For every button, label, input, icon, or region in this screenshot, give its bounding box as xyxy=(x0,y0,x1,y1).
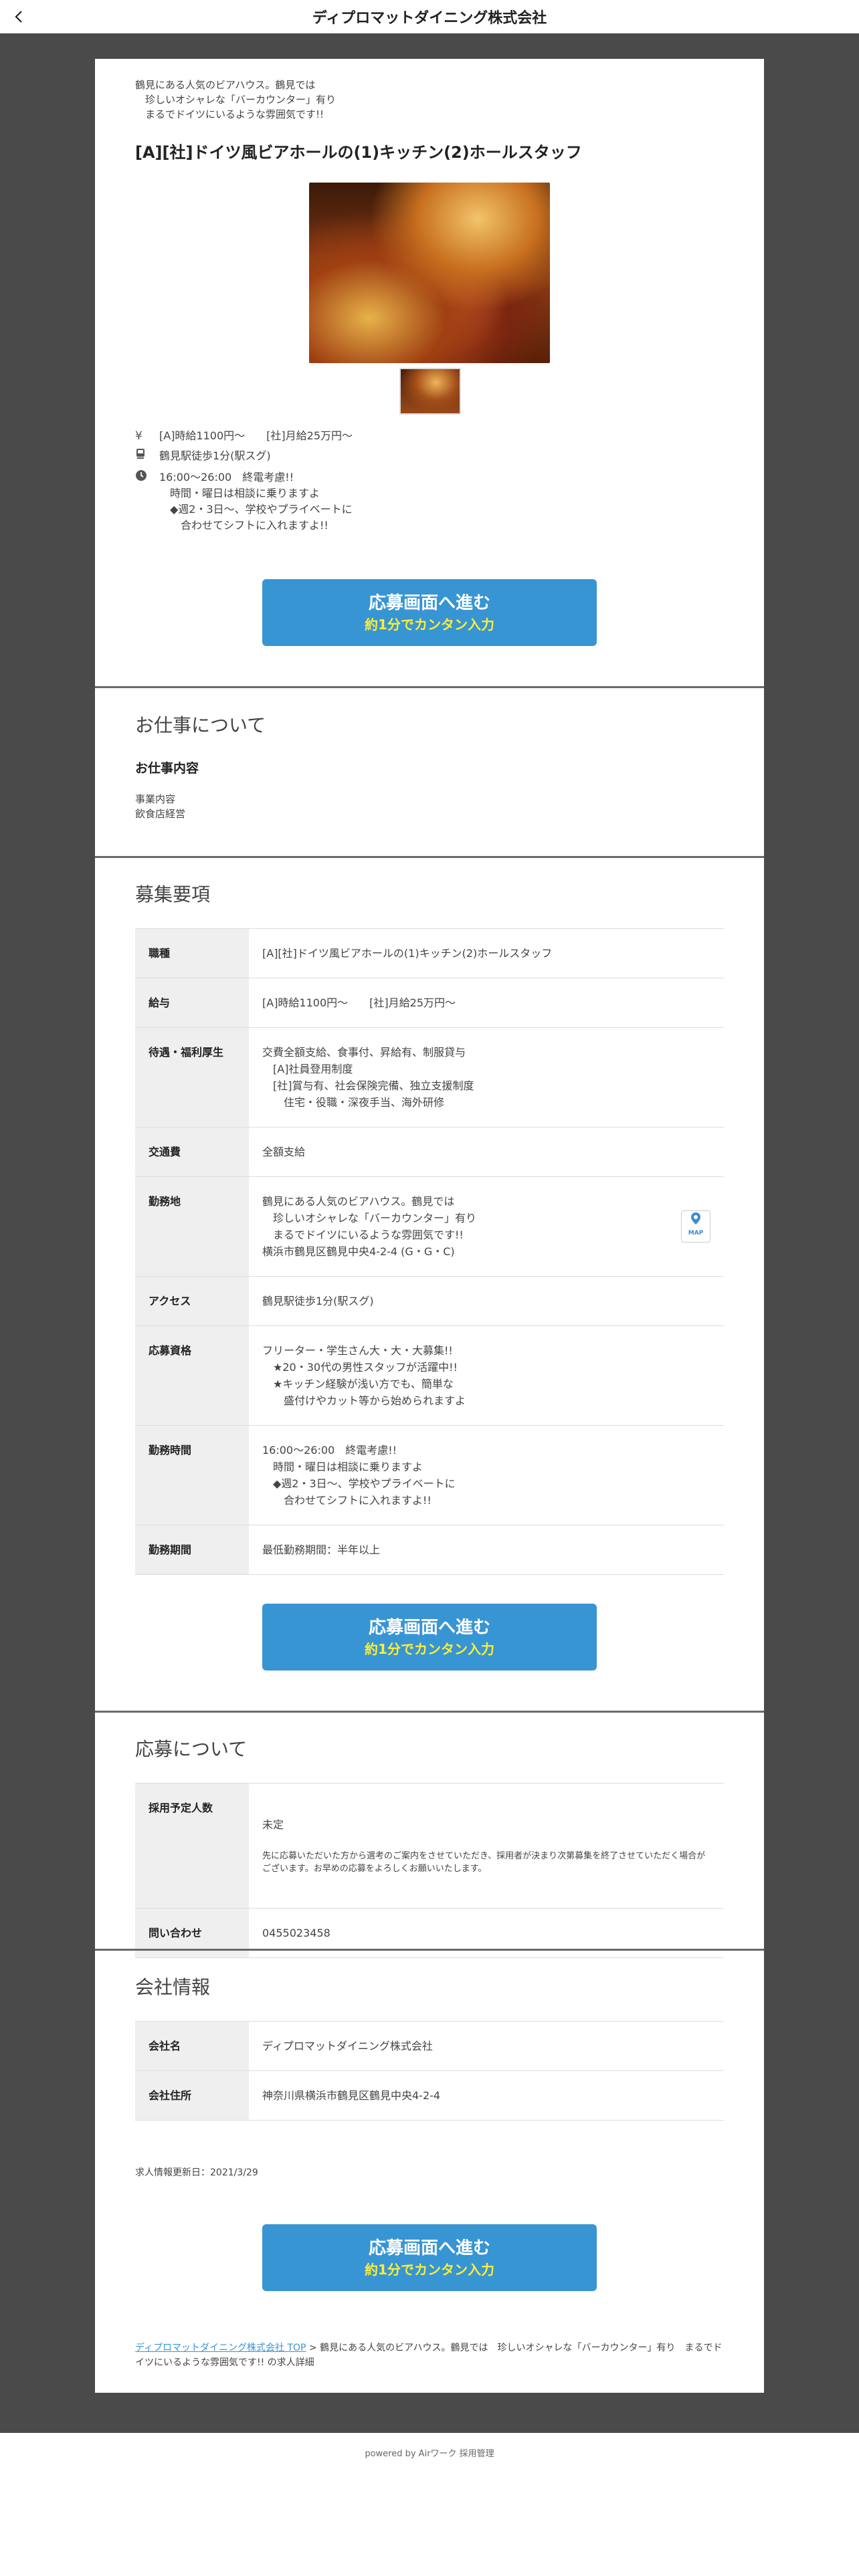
updated-date: 求人情報更新日：2021/3/29 xyxy=(135,2167,258,2178)
main-photo[interactable] xyxy=(309,183,550,363)
apply-button-middle[interactable]: 応募画面へ進む 約1分でカンタン入力 xyxy=(262,1604,597,1671)
table-row: 勤務期間 最低勤務期間：半年以上 xyxy=(135,1525,724,1575)
work-section-heading: お仕事について xyxy=(135,714,266,736)
table-row: 職種 [A][社]ドイツ風ビアホールの(1)キッチン(2)ホールスタッフ xyxy=(135,928,724,978)
work-location-text: 鶴見にある人気のビアハウス。鶴見では 珍しいオシャレな「バーカウンター」有り ま… xyxy=(262,1195,477,1258)
table-row: 勤務地 鶴見にある人気のビアハウス。鶴見では 珍しいオシャレな「バーカウンター」有… xyxy=(135,1176,724,1277)
breadcrumb-company-top-link[interactable]: ディプロマットダイニング株式会社 TOP xyxy=(135,2343,306,2353)
hours-feature: 16:00～26:00 終電考慮!! 時間・曜日は相談に乗りますよ ◆週2・3日… xyxy=(135,469,353,534)
apply-button-bottom[interactable]: 応募画面へ進む 約1分でカンタン入力 xyxy=(262,2224,597,2291)
table-row: 会社住所 神奈川県横浜市鶴見区鶴見中央4-2-4 xyxy=(135,2070,724,2121)
company-table: 会社名 ディプロマットダイニング株式会社 会社住所 神奈川県横浜市鶴見区鶴見中央4-… xyxy=(135,2021,724,2121)
hire-count-value: 未定 xyxy=(262,1818,284,1831)
table-row: 勤務時間 16:00～26:00 終電考慮!! 時間・曜日は相談に乗りますよ ◆週… xyxy=(135,1425,724,1525)
powered-by-footer: powered by Airワーク 採用管理 xyxy=(365,2449,494,2459)
salary-feature: ¥ [A]時給1100円～ [社]月給25万円～ xyxy=(135,429,353,443)
job-catchphrase: 鶴見にある人気のビアハウス。鶴見では 珍しいオシャレな「バーカウンター」有り ま… xyxy=(135,79,337,120)
breadcrumb: ディプロマットダイニング株式会社 TOP > 鶴見にある人気のビアハウス。鶴見で… xyxy=(135,2341,724,2370)
section-divider xyxy=(95,686,764,688)
top-bar: ディプロマットダイニング株式会社 xyxy=(0,0,859,33)
recruit-section-heading: 募集要項 xyxy=(135,883,211,905)
job-title: [A][社]ドイツ風ビアホールの(1)キッチン(2)ホールスタッフ xyxy=(135,143,582,162)
train-icon xyxy=(135,448,159,465)
section-divider xyxy=(95,1949,764,1951)
table-row: 待遇・福利厚生 交費全額支給、食事付、昇給有、制服貸与 [A]社員登用制度 [社]… xyxy=(135,1027,724,1128)
photo-thumbnail[interactable] xyxy=(399,368,461,415)
hire-count-note: 先に応募いただいた方から選考のご案内をさせていただき、採用者が決まり次第募集を終… xyxy=(262,1851,706,1874)
apply-section-heading: 応募について xyxy=(135,1738,248,1760)
clock-icon xyxy=(135,469,159,534)
map-pin-icon xyxy=(691,1212,700,1224)
company-section-heading: 会社情報 xyxy=(135,1976,211,1998)
access-feature: 鶴見駅徒歩1分(駅スグ) xyxy=(135,448,271,465)
section-divider xyxy=(95,856,764,858)
job-detail-card: 鶴見にある人気のビアハウス。鶴見では 珍しいオシャレな「バーカウンター」有り ま… xyxy=(95,59,764,2393)
work-content-text: 事業内容 飲食店経営 xyxy=(135,793,186,820)
section-divider xyxy=(95,1711,764,1713)
table-row: 応募資格 フリーター・学生さん大・大・大募集!! ★20・30代の男性スタッフが活… xyxy=(135,1325,724,1426)
work-content-heading: お仕事内容 xyxy=(135,761,199,776)
table-row: 給与 [A]時給1100円～ [社]月給25万円～ xyxy=(135,978,724,1028)
yen-icon: ¥ xyxy=(135,429,142,443)
table-row: 会社名 ディプロマットダイニング株式会社 xyxy=(135,2021,724,2071)
chevron-left-icon[interactable] xyxy=(9,7,29,27)
apply-button-top[interactable]: 応募画面へ進む 約1分でカンタン入力 xyxy=(262,579,597,646)
apply-table: 採用予定人数 未定 先に応募いただいた方から選考のご案内をさせていただき、採用者… xyxy=(135,1783,724,1958)
page-title: ディプロマットダイニング株式会社 xyxy=(312,9,547,27)
table-row: 交通費 全額支給 xyxy=(135,1127,724,1177)
recruit-table: 職種 [A][社]ドイツ風ビアホールの(1)キッチン(2)ホールスタッフ 給与 [A… xyxy=(135,928,724,1575)
map-button[interactable]: MAP xyxy=(681,1210,710,1243)
table-row: 採用予定人数 未定 先に応募いただいた方から選考のご案内をさせていただき、採用者… xyxy=(135,1783,724,1909)
table-row: アクセス 鶴見駅徒歩1分(駅スグ) xyxy=(135,1276,724,1326)
